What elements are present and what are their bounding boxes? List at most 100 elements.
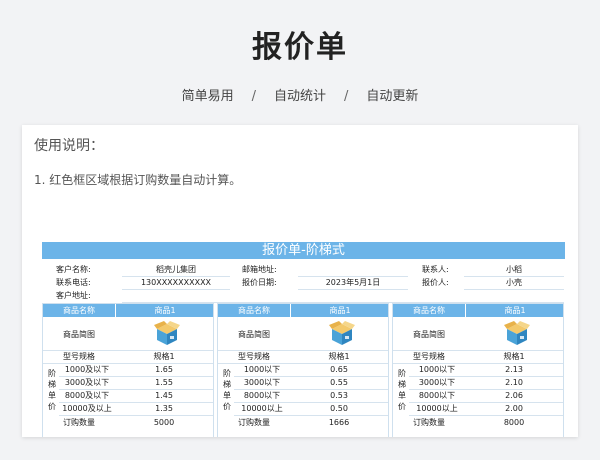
box-icon (504, 321, 530, 345)
tagline-item-auto-stats: 自动统计 (273, 89, 326, 104)
model-value[interactable]: 规格1 (465, 350, 563, 363)
tier-quantity: 8000及以下 (64, 391, 110, 400)
tier-price-label: 阶梯单价 (223, 369, 231, 411)
contact-label: 联系人: (422, 265, 449, 274)
product-name-label: 商品名称 (63, 306, 95, 315)
product-header: 商品名称 商品1 (218, 304, 388, 317)
product-image-label: 商品简图 (63, 330, 95, 339)
order-qty-value[interactable]: 5000 (115, 416, 213, 429)
model-label: 型号规格 (238, 352, 270, 361)
tier-price[interactable]: 2.10 (465, 376, 563, 389)
tier-price[interactable]: 1.55 (115, 376, 213, 389)
tier-quantity: 3000及以下 (64, 378, 110, 387)
tier-quantity: 10000以上 (241, 404, 283, 413)
tier-quantity: 1000以下 (243, 365, 281, 374)
order-qty-label: 订购数量 (63, 418, 95, 427)
quote-sheet: 报价单-阶梯式 客户名称: 稻壳儿集团 邮箱地址: 联系人: 小稻 联系电话: … (42, 242, 565, 437)
feature-tagline: 简单易用 / 自动统计 / 自动更新 (0, 85, 600, 104)
tier-price[interactable]: 0.50 (290, 402, 388, 415)
product-name-value[interactable]: 商品1 (465, 304, 563, 317)
product-header: 商品名称 商品1 (393, 304, 563, 317)
order-qty-value[interactable]: 1666 (290, 416, 388, 429)
product-name-label: 商品名称 (413, 306, 445, 315)
product-image-row: 商品简图 (43, 317, 213, 351)
sheet-banner: 报价单-阶梯式 (42, 242, 565, 259)
model-label: 型号规格 (63, 352, 95, 361)
usage-title: 使用说明： (34, 138, 104, 154)
tier-price[interactable]: 2.13 (465, 363, 563, 376)
tier-price[interactable]: 2.00 (465, 402, 563, 415)
tagline-item-easy: 简单易用 (181, 89, 234, 104)
tier-quantity: 1000以下 (418, 365, 456, 374)
product-image-label: 商品简图 (413, 330, 445, 339)
tier-price[interactable]: 0.53 (290, 389, 388, 402)
order-qty-row: 订购数量 5000 (43, 416, 213, 429)
tier-price[interactable]: 1.45 (115, 389, 213, 402)
product-column: 商品名称 商品1 商品简图 型号规格 规格1 (42, 303, 214, 437)
product-name-value[interactable]: 商品1 (290, 304, 388, 317)
phone-label: 联系电话: (56, 278, 91, 287)
tier-price[interactable]: 0.55 (290, 376, 388, 389)
tier-row: 1000及以下 1.65 (59, 363, 213, 377)
tier-quantity: 3000以下 (418, 378, 456, 387)
usage-item: 1. 红色框区域根据订购数量自动计算。 (34, 173, 242, 187)
tier-row: 1000以下 0.65 (234, 363, 388, 377)
product-column: 商品名称 商品1 商品简图 型号规格 规格1 (392, 303, 564, 437)
address-label: 客户地址: (56, 291, 91, 300)
quoter-value[interactable]: 小壳 (464, 276, 564, 290)
product-header: 商品名称 商品1 (43, 304, 213, 317)
order-qty-value[interactable]: 8000 (465, 416, 563, 429)
order-qty-row: 订购数量 8000 (393, 416, 563, 429)
quoter-label: 报价人: (422, 278, 449, 287)
tier-price-label: 阶梯单价 (48, 369, 56, 411)
page-title: 报价单 (252, 30, 348, 65)
customer-name-value[interactable]: 稻壳儿集团 (122, 263, 230, 277)
model-label: 型号规格 (413, 352, 445, 361)
box-icon (329, 321, 355, 345)
model-row: 型号规格 规格1 (43, 350, 213, 364)
tier-row: 1000以下 2.13 (409, 363, 563, 377)
order-qty-label: 订购数量 (238, 418, 270, 427)
tier-row: 8000以下 2.06 (409, 389, 563, 403)
model-value[interactable]: 规格1 (115, 350, 213, 363)
product-image-row: 商品简图 (218, 317, 388, 351)
date-value[interactable]: 2023年5月1日 (298, 276, 408, 290)
customer-name-label: 客户名称: (56, 265, 91, 274)
tagline-separator: / (344, 89, 349, 104)
tagline-separator: / (251, 89, 256, 104)
product-columns: 商品名称 商品1 商品简图 型号规格 规格1 阶梯单价 1000及以下 1.65… (42, 303, 565, 437)
model-value[interactable]: 规格1 (290, 350, 388, 363)
tier-row: 8000以下 0.53 (234, 389, 388, 403)
tier-row: 10000以上 2.00 (409, 402, 563, 416)
tier-row: 3000以下 2.10 (409, 376, 563, 390)
product-image-label: 商品简图 (238, 330, 270, 339)
product-name-value[interactable]: 商品1 (115, 304, 213, 317)
product-name-label: 商品名称 (238, 306, 270, 315)
tier-quantity: 8000以下 (418, 391, 456, 400)
preview-card: 使用说明： 1. 红色框区域根据订购数量自动计算。 报价单-阶梯式 客户名称: … (22, 125, 578, 437)
model-row: 型号规格 规格1 (393, 350, 563, 364)
address-value[interactable] (122, 289, 564, 303)
tier-quantity: 10000以上 (416, 404, 458, 413)
order-qty-row: 订购数量 1666 (218, 416, 388, 429)
model-row: 型号规格 规格1 (218, 350, 388, 364)
order-qty-label: 订购数量 (413, 418, 445, 427)
tier-quantity: 10000及以上 (62, 404, 112, 413)
phone-value[interactable]: 130XXXXXXXXXX (122, 276, 230, 290)
email-value[interactable] (298, 263, 408, 277)
date-label: 报价日期: (242, 278, 277, 287)
tier-row: 10000及以上 1.35 (59, 402, 213, 416)
contact-value[interactable]: 小稻 (464, 263, 564, 277)
email-label: 邮箱地址: (242, 265, 277, 274)
tier-quantity: 3000以下 (243, 378, 281, 387)
tier-price-label: 阶梯单价 (398, 369, 406, 411)
tier-price[interactable]: 1.65 (115, 363, 213, 376)
tier-row: 3000以下 0.55 (234, 376, 388, 390)
tier-price[interactable]: 0.65 (290, 363, 388, 376)
tier-price[interactable]: 1.35 (115, 402, 213, 415)
tier-row: 8000及以下 1.45 (59, 389, 213, 403)
box-icon (154, 321, 180, 345)
tier-row: 3000及以下 1.55 (59, 376, 213, 390)
product-image-row: 商品简图 (393, 317, 563, 351)
tier-price[interactable]: 2.06 (465, 389, 563, 402)
